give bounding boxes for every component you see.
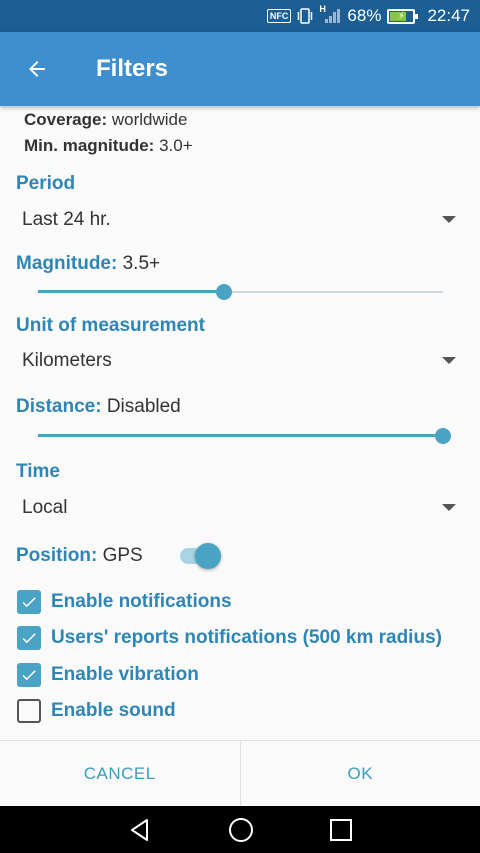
- distance-slider[interactable]: [38, 426, 451, 446]
- position-label: Position:: [16, 545, 98, 566]
- cancel-button[interactable]: CANCEL: [0, 741, 241, 806]
- nfc-icon: NFC: [266, 9, 292, 23]
- coverage-label: Coverage:: [24, 110, 108, 129]
- app-bar: Filters: [0, 32, 480, 106]
- signal-icon: H: [319, 4, 341, 24]
- period-label: Period: [16, 173, 76, 194]
- arrow-back-icon: [29, 61, 45, 77]
- distance-header: Distance: Disabled: [16, 396, 181, 418]
- unit-selected: Kilometers: [22, 350, 112, 371]
- vibrate-icon: [297, 8, 313, 24]
- min-magnitude-label: Min. magnitude:: [24, 136, 155, 155]
- min-magnitude-info: Min. magnitude: 3.0+: [24, 136, 193, 156]
- magnitude-slider-fill: [38, 290, 225, 293]
- clock: 22:47: [427, 6, 470, 25]
- position-toggle[interactable]: [178, 541, 222, 571]
- min-magnitude-value: 3.0+: [159, 136, 193, 155]
- checkbox-label: Users' reports notifications (500 km rad…: [51, 627, 442, 648]
- checkbox-icon[interactable]: [17, 626, 41, 650]
- distance-slider-fill: [38, 434, 443, 437]
- checkbox-label: Enable sound: [51, 700, 176, 721]
- network-type: H: [319, 4, 326, 14]
- checkbox-users-reports-notifications[interactable]: Users' reports notifications (500 km rad…: [17, 625, 442, 651]
- period-selected: Last 24 hr.: [22, 209, 111, 230]
- position-header: Position: GPS: [16, 545, 143, 567]
- distance-slider-thumb[interactable]: [435, 428, 451, 444]
- dropdown-arrow-icon: [442, 504, 456, 511]
- magnitude-slider[interactable]: [38, 282, 443, 302]
- checkbox-icon[interactable]: [17, 699, 41, 723]
- checkbox-enable-vibration[interactable]: Enable vibration: [17, 662, 199, 688]
- checkbox-label: Enable notifications: [51, 591, 232, 612]
- toggle-thumb: [195, 543, 221, 569]
- time-select[interactable]: Local: [22, 490, 462, 526]
- period-select[interactable]: Last 24 hr.: [22, 202, 462, 238]
- dialog-buttons: CANCEL OK: [0, 740, 480, 806]
- time-label: Time: [16, 461, 61, 482]
- magnitude-header: Magnitude: 3.5+: [16, 253, 160, 275]
- checkbox-enable-notifications[interactable]: Enable notifications: [17, 589, 232, 615]
- magnitude-label: Magnitude:: [16, 253, 118, 274]
- distance-value: Disabled: [106, 396, 181, 417]
- filters-content[interactable]: Coverage: worldwide Min. magnitude: 3.0+…: [0, 106, 480, 740]
- nav-back-icon[interactable]: [127, 817, 153, 843]
- system-nav-bar: [0, 806, 480, 853]
- coverage-info: Coverage: worldwide: [24, 110, 187, 130]
- position-value: GPS: [102, 545, 143, 566]
- battery-percent: 68%: [347, 6, 382, 25]
- status-bar: NFC H 68% ⚡ 22:47: [0, 0, 480, 32]
- magnitude-slider-thumb[interactable]: [216, 284, 233, 300]
- unit-label: Unit of measurement: [16, 315, 205, 336]
- back-button[interactable]: [0, 32, 74, 106]
- checkbox-enable-sound[interactable]: Enable sound: [17, 698, 176, 724]
- nav-recents-icon[interactable]: [329, 818, 353, 842]
- distance-label: Distance:: [16, 396, 102, 417]
- magnitude-value: 3.5+: [122, 253, 161, 274]
- checkbox-label: Enable vibration: [51, 664, 199, 685]
- ok-button[interactable]: OK: [241, 741, 480, 806]
- nav-home-icon[interactable]: [227, 816, 255, 844]
- dropdown-arrow-icon: [442, 357, 456, 364]
- coverage-value: worldwide: [111, 110, 188, 129]
- checkbox-icon[interactable]: [17, 590, 41, 614]
- unit-select[interactable]: Kilometers: [22, 343, 462, 379]
- time-selected: Local: [22, 497, 68, 518]
- checkbox-icon[interactable]: [17, 663, 41, 687]
- page-title: Filters: [96, 55, 169, 82]
- dropdown-arrow-icon: [442, 216, 456, 223]
- battery-icon: ⚡: [387, 8, 419, 24]
